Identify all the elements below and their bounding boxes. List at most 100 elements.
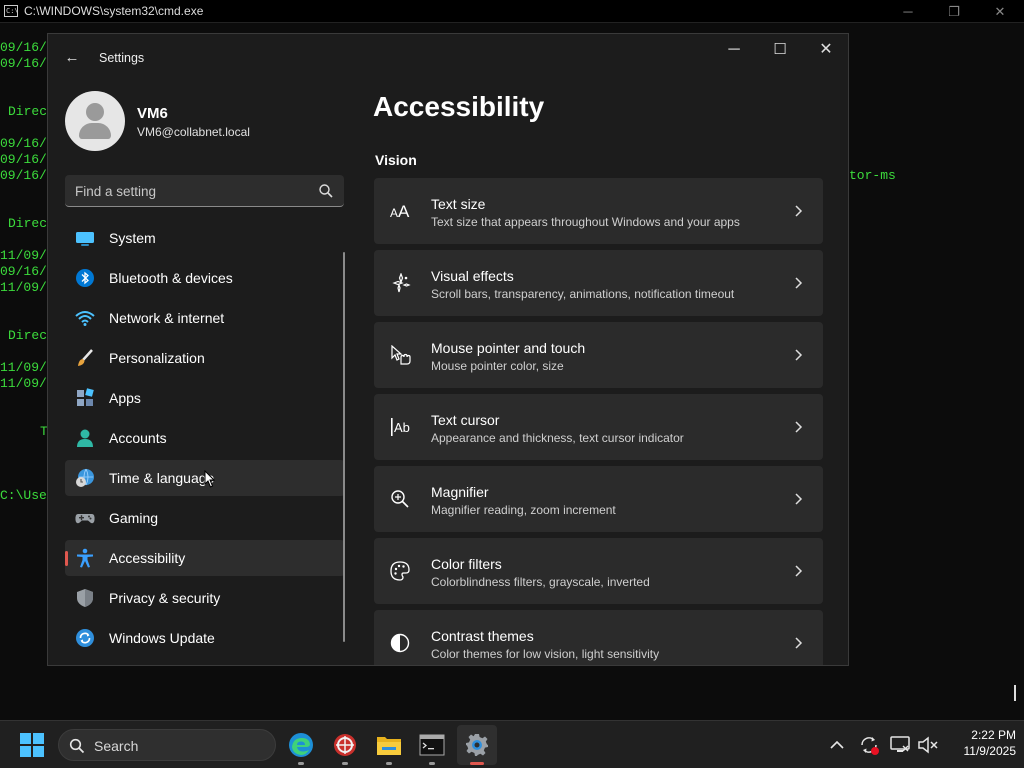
text-cursor-icon: Ab bbox=[391, 418, 410, 436]
app-icon bbox=[334, 734, 356, 756]
sidebar-item-label: Accounts bbox=[109, 430, 167, 446]
chevron-right-icon bbox=[795, 205, 803, 217]
chevron-right-icon bbox=[795, 493, 803, 505]
card-title: Text size bbox=[431, 196, 486, 212]
close-button[interactable]: ✕ bbox=[803, 34, 848, 66]
running-indicator bbox=[342, 762, 348, 765]
taskbar-clock[interactable]: 2:22 PM 11/9/2025 bbox=[940, 728, 1017, 758]
color-filters-icon bbox=[390, 561, 410, 581]
window-title: Settings bbox=[99, 51, 145, 65]
sidebar-item-accessibility[interactable]: Accessibility bbox=[65, 540, 345, 576]
sidebar-item-label: Windows Update bbox=[109, 630, 215, 646]
running-indicator bbox=[470, 762, 484, 765]
clock-time: 2:22 PM bbox=[971, 728, 1016, 742]
back-button[interactable]: ← bbox=[58, 46, 86, 70]
cmd-titlebar[interactable]: C:\ C:\WINDOWS\system32\cmd.exe ─ ❐ ✕ bbox=[0, 0, 1024, 23]
cmd-output-line: 11/09/ bbox=[0, 376, 47, 391]
sidebar-item-label: Time & language bbox=[109, 470, 215, 486]
card-title: Contrast themes bbox=[431, 628, 534, 644]
sidebar-item-system[interactable]: System bbox=[65, 220, 345, 256]
start-button[interactable] bbox=[12, 725, 52, 765]
cmd-output-line: tor-ms bbox=[849, 168, 896, 183]
magnifier-icon bbox=[391, 490, 409, 508]
sidebar-item-time-language[interactable]: Time & language bbox=[65, 460, 345, 496]
cmd-output-line: 09/16/ bbox=[0, 264, 47, 279]
globe-clock-icon bbox=[76, 468, 94, 487]
sidebar-item-label: System bbox=[109, 230, 156, 246]
file-explorer-icon bbox=[377, 737, 401, 755]
start-icon bbox=[20, 733, 44, 757]
chevron-up-icon[interactable] bbox=[828, 736, 846, 754]
user-name: VM6 bbox=[137, 105, 168, 122]
search-icon[interactable] bbox=[318, 183, 334, 199]
network-icon[interactable] bbox=[889, 734, 911, 756]
terminal-icon bbox=[419, 734, 445, 756]
cmd-output-line: 11/09/ bbox=[0, 360, 47, 375]
accessibility-icon bbox=[77, 548, 93, 568]
chevron-right-icon bbox=[795, 421, 803, 433]
search-field[interactable] bbox=[65, 175, 344, 207]
chevron-right-icon bbox=[795, 565, 803, 577]
cmd-output-line: 09/16/ bbox=[0, 168, 47, 183]
cmd-output-line: 11/09/ bbox=[0, 248, 47, 263]
sync-alert-icon[interactable] bbox=[858, 734, 880, 756]
maximize-button[interactable]: ☐ bbox=[757, 34, 803, 66]
cmd-maximize-button[interactable]: ❐ bbox=[931, 0, 977, 23]
card-title: Mouse pointer and touch bbox=[431, 340, 586, 356]
cmd-output-line: 09/16/ bbox=[0, 136, 47, 151]
card-subtitle: Scroll bars, transparency, animations, n… bbox=[431, 287, 735, 301]
avatar[interactable] bbox=[65, 91, 125, 151]
cmd-window-title: C:\WINDOWS\system32\cmd.exe bbox=[24, 4, 204, 18]
cmd-output-line: 11/09/ bbox=[0, 280, 47, 295]
cmd-output-line: 09/16/ bbox=[0, 40, 47, 55]
card-subtitle: Text size that appears throughout Window… bbox=[431, 215, 740, 229]
sidebar-item-windows-update[interactable]: Windows Update bbox=[65, 620, 345, 656]
card-contrast-themes[interactable]: Contrast themes Color themes for low vis… bbox=[374, 610, 823, 665]
card-text-size[interactable]: AA Text size Text size that appears thro… bbox=[374, 178, 823, 244]
selection-indicator bbox=[65, 551, 68, 566]
sidebar-item-bluetooth[interactable]: Bluetooth & devices bbox=[65, 260, 345, 296]
sidebar-item-accounts[interactable]: Accounts bbox=[65, 420, 345, 456]
card-subtitle: Magnifier reading, zoom increment bbox=[431, 503, 616, 517]
card-title: Magnifier bbox=[431, 484, 489, 500]
accounts-icon bbox=[77, 429, 93, 447]
card-text-cursor[interactable]: Ab Text cursor Appearance and thickness,… bbox=[374, 394, 823, 460]
cmd-output-line: 09/16/ bbox=[0, 152, 47, 167]
apps-icon bbox=[77, 388, 94, 406]
page-title: Accessibility bbox=[373, 91, 545, 122]
sidebar-item-personalization[interactable]: Personalization bbox=[65, 340, 345, 376]
cmd-close-button[interactable]: ✕ bbox=[977, 0, 1023, 23]
sidebar-item-network[interactable]: Network & internet bbox=[65, 300, 345, 336]
cmd-output-line: Direc bbox=[8, 328, 48, 343]
card-mouse-pointer[interactable]: Mouse pointer and touch Mouse pointer co… bbox=[374, 322, 823, 388]
contrast-icon bbox=[390, 633, 410, 653]
card-magnifier[interactable]: Magnifier Magnifier reading, zoom increm… bbox=[374, 466, 823, 532]
sidebar-item-gaming[interactable]: Gaming bbox=[65, 500, 345, 536]
minimize-button[interactable]: ─ bbox=[711, 34, 757, 66]
taskbar-search-box[interactable]: Search bbox=[58, 729, 276, 761]
settings-window: ← Settings ─ ☐ ✕ VM6 VM6@collabnet.local… bbox=[47, 33, 849, 666]
sidebar-item-apps[interactable]: Apps bbox=[65, 380, 345, 416]
taskbar-terminal[interactable] bbox=[412, 725, 452, 765]
cmd-minimize-button[interactable]: ─ bbox=[885, 0, 931, 23]
card-visual-effects[interactable]: Visual effects Scroll bars, transparency… bbox=[374, 250, 823, 316]
sidebar-scrollbar[interactable] bbox=[343, 252, 345, 642]
svg-text:A: A bbox=[398, 202, 410, 221]
search-input[interactable] bbox=[75, 181, 305, 201]
taskbar-edge[interactable] bbox=[281, 725, 321, 765]
taskbar-settings[interactable] bbox=[457, 725, 497, 765]
card-color-filters[interactable]: Color filters Colorblindness filters, gr… bbox=[374, 538, 823, 604]
sidebar-item-privacy[interactable]: Privacy & security bbox=[65, 580, 345, 616]
card-subtitle: Colorblindness filters, grayscale, inver… bbox=[431, 575, 650, 589]
sidebar-nav: System Bluetooth & devices Network & int… bbox=[65, 220, 345, 660]
volume-muted-icon[interactable] bbox=[917, 734, 939, 756]
taskbar-app[interactable] bbox=[325, 725, 365, 765]
taskbar-file-explorer[interactable] bbox=[369, 725, 409, 765]
edge-icon bbox=[289, 733, 313, 757]
update-icon bbox=[76, 629, 94, 647]
taskbar-search-label: Search bbox=[94, 738, 139, 754]
settings-titlebar[interactable]: ← Settings ─ ☐ ✕ bbox=[48, 34, 848, 82]
wifi-icon bbox=[75, 311, 95, 326]
cmd-app-icon: C:\ bbox=[4, 5, 19, 17]
running-indicator bbox=[429, 762, 435, 765]
